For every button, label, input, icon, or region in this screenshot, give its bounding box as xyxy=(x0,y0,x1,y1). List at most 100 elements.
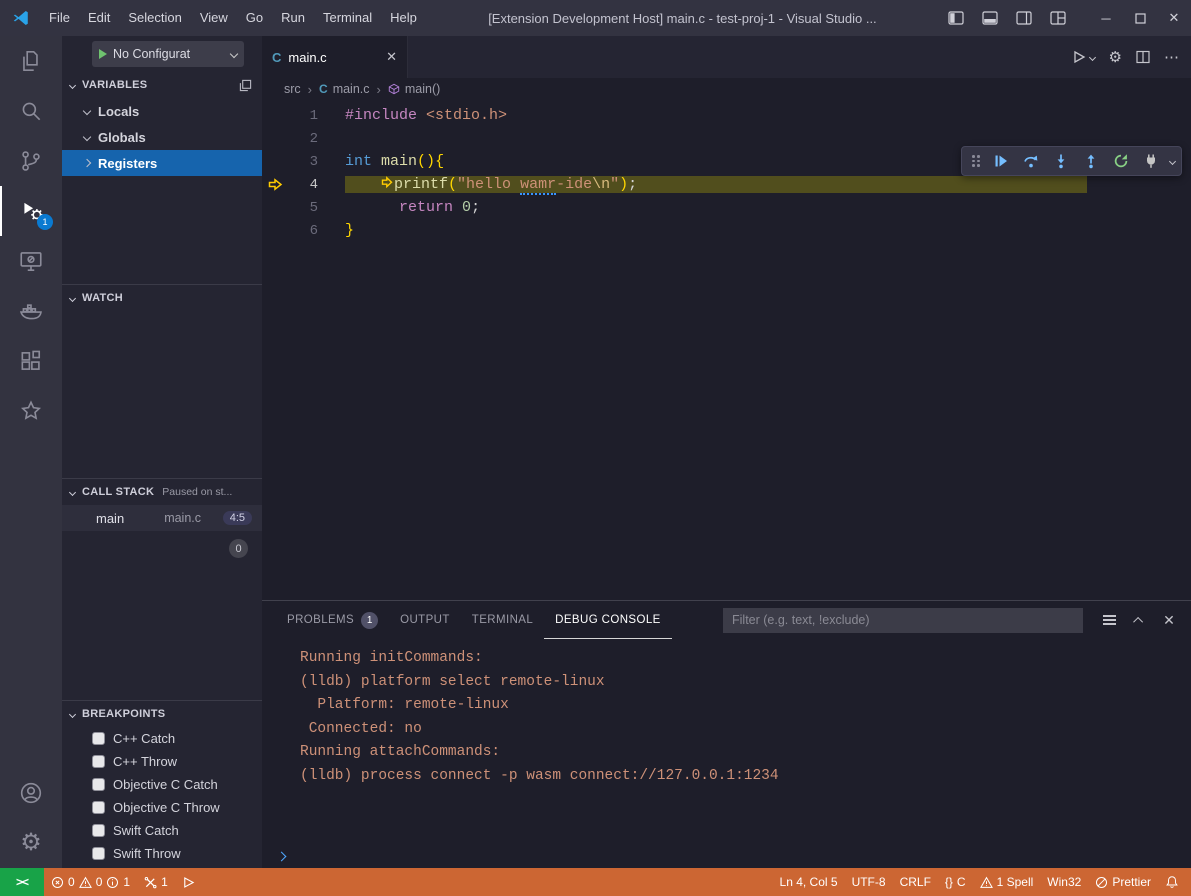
close-button[interactable]: ✕ xyxy=(1157,0,1191,36)
maximize-panel-icon[interactable] xyxy=(1127,608,1151,632)
tab-close-icon[interactable]: ✕ xyxy=(386,49,397,65)
toggle-sidebar-icon[interactable] xyxy=(939,0,973,36)
language-label: C xyxy=(957,875,966,889)
breadcrumb-item-mainc[interactable]: Cmain.c xyxy=(319,82,370,96)
breakpoint-checkbox[interactable] xyxy=(92,847,105,860)
eol-indicator[interactable]: CRLF xyxy=(893,868,938,896)
line-number: 5 xyxy=(288,200,318,216)
breakpoint-checkbox[interactable] xyxy=(92,801,105,814)
spell-checker-status[interactable]: 1 Spell xyxy=(973,868,1041,896)
variables-item-locals[interactable]: Locals xyxy=(62,98,262,124)
panel-tab-terminal[interactable]: TERMINAL xyxy=(461,601,544,639)
breakpoint-row[interactable]: Swift Catch xyxy=(62,819,262,842)
breakpoint-row[interactable]: C++ Catch xyxy=(62,727,262,750)
restart-button[interactable] xyxy=(1108,149,1134,173)
breakpoints-title: BREAKPOINTS xyxy=(82,708,165,720)
maximize-button[interactable] xyxy=(1123,0,1157,36)
activity-docker-icon[interactable] xyxy=(0,286,62,336)
activity-explorer-icon[interactable] xyxy=(0,36,62,86)
tab-main-c[interactable]: C main.c ✕ xyxy=(262,36,408,78)
breakpoint-checkbox[interactable] xyxy=(92,778,105,791)
breakpoint-row[interactable]: Objective C Catch xyxy=(62,773,262,796)
disconnect-button[interactable] xyxy=(1138,149,1164,173)
console-input-row[interactable] xyxy=(262,844,1191,868)
breakpoint-checkbox[interactable] xyxy=(92,824,105,837)
cursor-position[interactable]: Ln 4, Col 5 xyxy=(773,868,845,896)
activity-source-control-icon[interactable] xyxy=(0,136,62,186)
menu-selection[interactable]: Selection xyxy=(119,0,190,36)
console-filter-input[interactable] xyxy=(723,608,1083,633)
notifications-bell-icon[interactable] xyxy=(1158,868,1191,896)
menu-help[interactable]: Help xyxy=(381,0,426,36)
current-line-arrow-icon xyxy=(262,177,288,192)
breakpoint-checkbox[interactable] xyxy=(92,755,105,768)
code-line-4[interactable]: 4 printf("hello wamr-ide\n"); xyxy=(262,173,1191,196)
account-icon[interactable] xyxy=(0,768,62,818)
breakpoint-row[interactable]: Swift Throw xyxy=(62,842,262,865)
problems-status[interactable]: 0 0 1 xyxy=(44,868,137,896)
minimize-button[interactable]: ─ xyxy=(1089,0,1123,36)
menu-edit[interactable]: Edit xyxy=(79,0,119,36)
console-line: (lldb) platform select remote-linux xyxy=(300,671,1191,695)
call-stack-status: Paused on st... xyxy=(162,486,232,498)
breakpoint-checkbox[interactable] xyxy=(92,732,105,745)
menu-view[interactable]: View xyxy=(191,0,237,36)
code-editor[interactable]: 1#include <stdio.h>23int main(){4 printf… xyxy=(262,100,1191,600)
editor-column: C main.c ✕ ⚙ ⋯ src›Cmain.c›main() xyxy=(262,36,1191,868)
activity-extensions-icon[interactable] xyxy=(0,336,62,386)
code-line-5[interactable]: 5 return 0; xyxy=(262,196,1191,219)
watch-header[interactable]: WATCH xyxy=(62,285,262,311)
activity-run-debug-icon[interactable]: 1 xyxy=(0,186,62,236)
split-editor-button[interactable] xyxy=(1136,50,1150,64)
breakpoint-row[interactable]: C++ Throw xyxy=(62,750,262,773)
remote-indicator[interactable]: >< xyxy=(0,868,44,896)
menu-terminal[interactable]: Terminal xyxy=(314,0,381,36)
platform-indicator[interactable]: Win32 xyxy=(1040,868,1088,896)
editor-settings-gear-icon[interactable]: ⚙ xyxy=(1109,48,1122,66)
menu-go[interactable]: Go xyxy=(237,0,272,36)
breakpoints-header[interactable]: BREAKPOINTS xyxy=(62,701,262,727)
activity-favorites-icon[interactable] xyxy=(0,386,62,436)
toggle-panel-icon[interactable] xyxy=(973,0,1007,36)
panel-tab-debug-console[interactable]: DEBUG CONSOLE xyxy=(544,601,672,639)
collapse-all-icon[interactable] xyxy=(239,79,252,92)
line-number: 3 xyxy=(288,154,318,170)
variables-header[interactable]: VARIABLES xyxy=(62,72,262,98)
breadcrumb-item-src[interactable]: src xyxy=(284,82,301,96)
encoding-indicator[interactable]: UTF-8 xyxy=(845,868,893,896)
chevron-down-icon[interactable] xyxy=(1169,157,1176,164)
step-into-button[interactable] xyxy=(1048,149,1074,173)
menu-run[interactable]: Run xyxy=(272,0,314,36)
stack-frame-row[interactable]: mainmain.c4:5 xyxy=(62,505,262,531)
close-panel-icon[interactable]: ✕ xyxy=(1157,608,1181,632)
toolchain-status[interactable]: 1 xyxy=(137,868,175,896)
panel-actions: ✕ xyxy=(1097,608,1181,632)
step-over-button[interactable] xyxy=(1018,149,1044,173)
toolbar-drag-handle[interactable] xyxy=(972,155,980,167)
step-out-button[interactable] xyxy=(1078,149,1104,173)
code-line-1[interactable]: 1#include <stdio.h> xyxy=(262,104,1191,127)
menu-file[interactable]: File xyxy=(40,0,79,36)
continue-button[interactable] xyxy=(988,149,1014,173)
settings-gear-icon[interactable]: ⚙ xyxy=(0,818,62,868)
more-actions-button[interactable]: ⋯ xyxy=(1164,48,1179,66)
call-stack-header[interactable]: CALL STACK Paused on st... xyxy=(62,479,262,505)
breakpoint-row[interactable]: Objective C Throw xyxy=(62,796,262,819)
code-line-6[interactable]: 6} xyxy=(262,219,1191,242)
start-debug-icon[interactable] xyxy=(99,49,107,59)
debug-config-dropdown[interactable]: No Configurat xyxy=(92,41,244,67)
variables-item-globals[interactable]: Globals xyxy=(62,124,262,150)
language-mode[interactable]: {} C xyxy=(938,868,973,896)
toggle-secondary-sidebar-icon[interactable] xyxy=(1007,0,1041,36)
console-more-actions-icon[interactable] xyxy=(1097,608,1121,632)
panel-tab-problems[interactable]: PROBLEMS1 xyxy=(276,601,389,639)
panel-tab-output[interactable]: OUTPUT xyxy=(389,601,461,639)
formatter-status[interactable]: Prettier xyxy=(1088,868,1158,896)
run-or-debug-button[interactable] xyxy=(1072,50,1095,64)
activity-remote-explorer-icon[interactable] xyxy=(0,236,62,286)
activity-search-icon[interactable] xyxy=(0,86,62,136)
breadcrumb-item-main[interactable]: main() xyxy=(388,82,440,96)
debug-status-icon[interactable] xyxy=(175,868,202,896)
variables-item-registers[interactable]: Registers xyxy=(62,150,262,176)
customize-layout-icon[interactable] xyxy=(1041,0,1075,36)
